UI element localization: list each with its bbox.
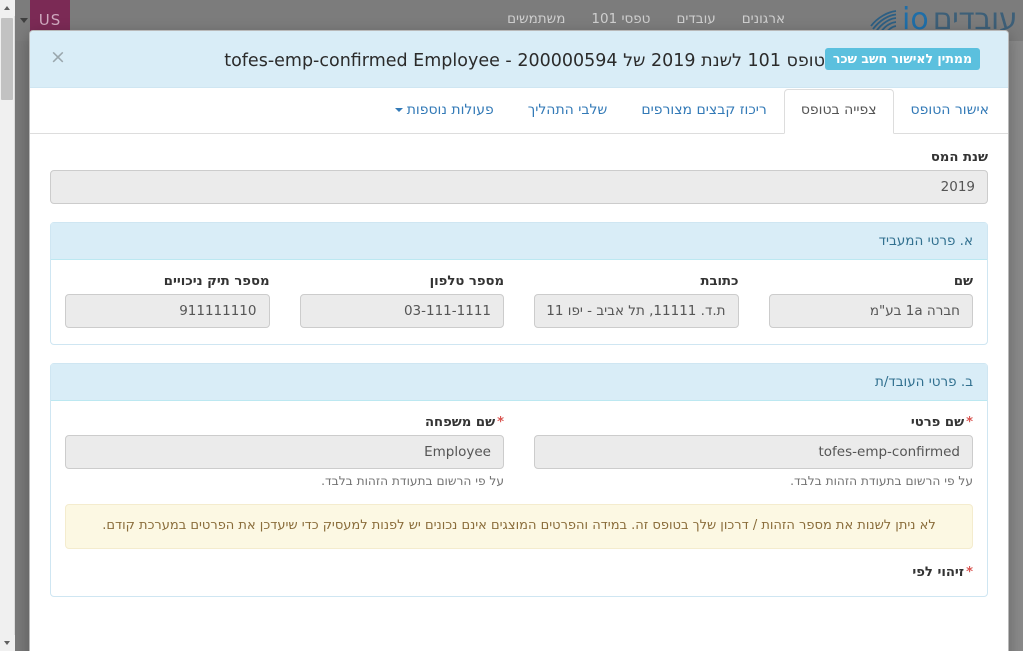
- tab-more-actions[interactable]: פעולות נוספות: [378, 89, 511, 134]
- nav-link-forms-101[interactable]: טפסי 101: [591, 11, 650, 27]
- nav-link-users[interactable]: משתמשים: [507, 11, 565, 27]
- employer-field-deduction-file: מספר תיק ניכויים: [65, 274, 270, 328]
- employee-field-first-name: *שם פרטי על פי הרשום בתעודת הזהות בלבד.: [534, 415, 973, 488]
- tax-year-input[interactable]: [50, 170, 988, 204]
- tab-bar: אישור הטופס צפייה בטופס ריכוז קבצים מצור…: [30, 88, 1008, 134]
- scroll-down-arrow-icon[interactable]: [0, 635, 15, 651]
- employer-deduction-file-label: מספר תיק ניכויים: [163, 274, 270, 289]
- employee-last-name-input[interactable]: [65, 435, 504, 469]
- tab-more-actions-label: פעולות נוספות: [406, 102, 494, 119]
- modal-title: ממתין לאישור חשב שכרטופס 101 לשנת 2019 ש…: [50, 47, 988, 71]
- app-root: עובדים io ארגונים עובדים טפסי 101 משתמשי…: [0, 0, 1023, 651]
- tax-year-group: שנת המס: [50, 150, 988, 204]
- tax-year-label: שנת המס: [930, 150, 988, 165]
- employer-name-input[interactable]: [768, 294, 973, 328]
- modal-header: × ממתין לאישור חשב שכרטופס 101 לשנת 2019…: [30, 31, 1008, 88]
- nav-link-organizations[interactable]: ארגונים: [742, 11, 785, 27]
- status-badge: ממתין לאישור חשב שכר: [824, 47, 980, 70]
- employer-phone-label: מספר טלפון: [429, 274, 504, 289]
- identify-by-label: *זיהוי לפי: [65, 565, 973, 580]
- form-101-modal: × ממתין לאישור חשב שכרטופס 101 לשנת 2019…: [29, 30, 1009, 651]
- employer-address-input[interactable]: [534, 294, 739, 328]
- tab-approve-form-label: אישור הטופס: [910, 102, 989, 119]
- employer-details-heading: א. פרטי המעביד: [51, 223, 987, 260]
- tab-view-form-label: צפייה בטופס: [800, 102, 877, 119]
- modal-title-text: טופס 101 לשנת 2019 של 200000594 - tofes-…: [224, 50, 825, 71]
- chevron-down-icon[interactable]: [20, 18, 28, 23]
- nav-links: ארגונים עובדים טפסי 101 משתמשים: [507, 11, 785, 27]
- employee-first-name-help: על פי הרשום בתעודת הזהות בלבד.: [790, 474, 973, 488]
- employer-address-label: כתובת: [700, 274, 739, 289]
- employee-first-name-input[interactable]: [534, 435, 973, 469]
- employer-name-label: שם: [953, 274, 973, 289]
- employee-last-name-help: על פי הרשום בתעודת הזהות בלבד.: [321, 474, 504, 488]
- tab-approve-form[interactable]: אישור הטופס: [894, 89, 1006, 134]
- tab-process-steps-label: שלבי התהליך: [527, 102, 608, 119]
- employee-field-last-name: *שם משפחה על פי הרשום בתעודת הזהות בלבד.: [65, 415, 504, 488]
- chevron-down-icon: [394, 108, 403, 113]
- employer-phone-input[interactable]: [299, 294, 504, 328]
- employee-details-panel: ב. פרטי העובד/ת *שם פרטי על פי הרשום בתע…: [50, 363, 988, 597]
- scrollbar-thumb[interactable]: [1, 18, 13, 100]
- tab-attached-files-label: ריכוז קבצים מצורפים: [641, 102, 767, 119]
- required-marker: *: [966, 564, 973, 580]
- employee-last-name-label: *שם משפחה: [65, 415, 504, 430]
- employer-field-phone: מספר טלפון: [299, 274, 504, 328]
- tab-process-steps[interactable]: שלבי התהליך: [511, 89, 625, 134]
- employer-deduction-file-input[interactable]: [65, 294, 270, 328]
- nav-link-employees[interactable]: עובדים: [676, 11, 715, 27]
- browser-scrollbar[interactable]: [0, 0, 15, 651]
- required-marker: *: [497, 415, 504, 430]
- required-marker: *: [966, 415, 973, 430]
- close-icon[interactable]: ×: [50, 48, 66, 67]
- employee-last-name-label-text: שם משפחה: [424, 415, 496, 430]
- modal-body: שנת המס א. פרטי המעביד שם כתובת: [30, 134, 1008, 651]
- employee-details-heading: ב. פרטי העובד/ת: [51, 364, 987, 401]
- employer-details-panel: א. פרטי המעביד שם כתובת מספר טלפון: [50, 222, 988, 345]
- tab-view-form[interactable]: צפייה בטופס: [783, 89, 894, 134]
- employee-first-name-label-text: שם פרטי: [910, 415, 965, 430]
- tab-attached-files[interactable]: ריכוז קבצים מצורפים: [624, 89, 783, 134]
- employer-field-name: שם: [768, 274, 973, 328]
- employee-first-name-label: *שם פרטי: [534, 415, 973, 430]
- identify-by-label-text: זיהוי לפי: [912, 564, 965, 580]
- identity-warning-alert: לא ניתן לשנות את מספר הזהות / דרכון שלך …: [65, 504, 973, 549]
- employer-field-address: כתובת: [534, 274, 739, 328]
- scroll-up-arrow-icon[interactable]: [0, 0, 15, 16]
